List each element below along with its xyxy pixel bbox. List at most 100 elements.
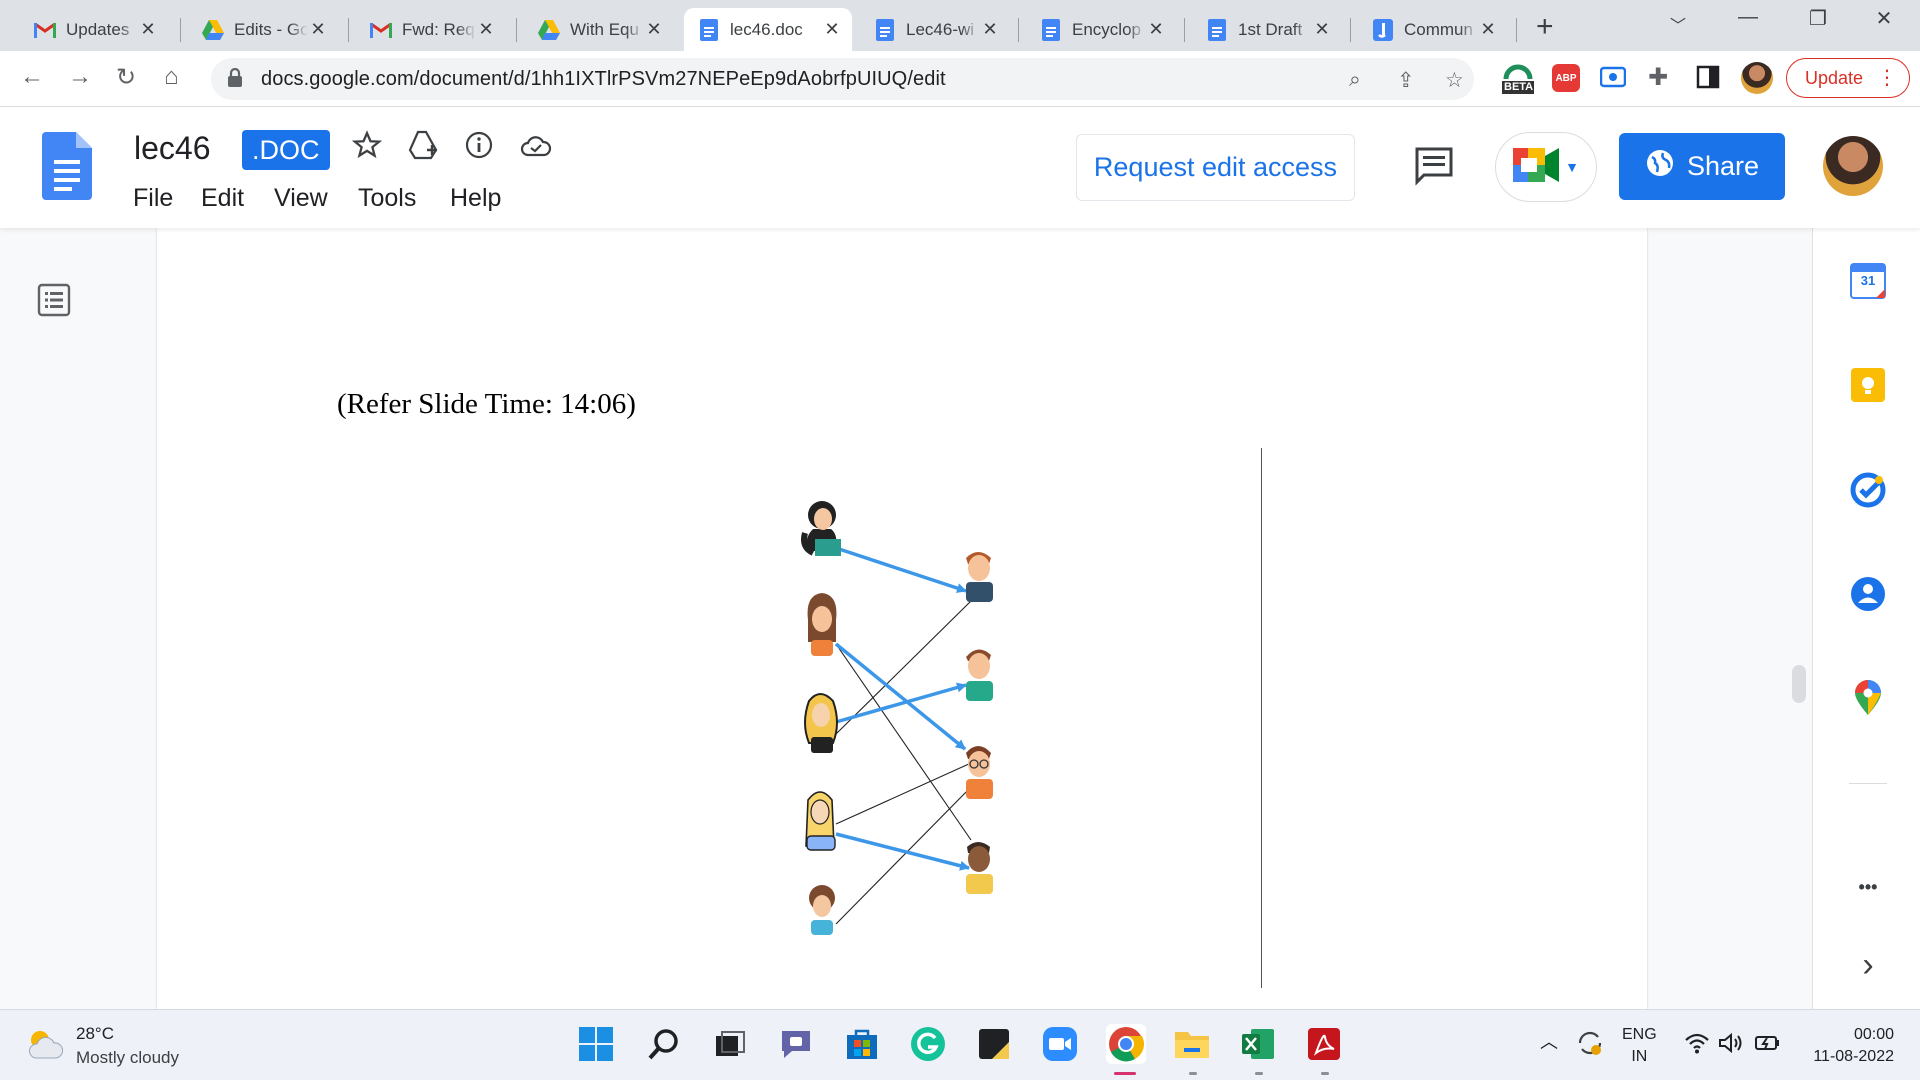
tab-strip: Updates ✕ Edits - Go ✕ Fwd: Req ✕ With E…: [0, 0, 1920, 51]
profile-avatar[interactable]: [1741, 62, 1773, 94]
search-icon[interactable]: [644, 1024, 684, 1064]
task-view-icon[interactable]: [710, 1024, 750, 1064]
acrobat-reader-icon[interactable]: [1304, 1024, 1344, 1064]
file-explorer-icon[interactable]: [1172, 1024, 1212, 1064]
tab-encyclop[interactable]: Encyclop ✕: [1026, 8, 1176, 51]
url-text: docs.google.com/document/d/1hh1IXTlrPSVm…: [261, 68, 946, 90]
close-icon[interactable]: ✕: [476, 19, 496, 40]
calendar-icon[interactable]: 31: [1849, 262, 1887, 300]
update-button[interactable]: Update ⋮: [1786, 58, 1910, 98]
tasks-icon[interactable]: [1849, 471, 1887, 509]
menu-tools[interactable]: Tools: [358, 184, 416, 213]
tab-with-equ[interactable]: With Equ ✕: [524, 8, 674, 51]
side-panel-icon[interactable]: [1696, 65, 1720, 94]
close-icon[interactable]: ✕: [980, 19, 1000, 40]
zoom-icon[interactable]: [1040, 1024, 1080, 1064]
system-clock[interactable]: 00:00 11-08-2022: [1804, 1024, 1894, 1068]
comments-icon[interactable]: [1414, 146, 1454, 191]
screen-capture-icon[interactable]: [1599, 65, 1627, 94]
windows-start-icon[interactable]: [576, 1024, 616, 1064]
keep-icon[interactable]: [1849, 366, 1887, 404]
tab-search-icon[interactable]: ﹀: [1658, 12, 1698, 36]
new-tab-button[interactable]: +: [1536, 10, 1554, 44]
sticky-notes-icon[interactable]: [974, 1024, 1014, 1064]
more-addons-icon[interactable]: •••: [1849, 868, 1887, 906]
scrollbar-thumb[interactable]: [1792, 665, 1806, 703]
minimize-icon[interactable]: —: [1728, 6, 1768, 29]
dropdown-arrow-icon: ▼: [1565, 159, 1579, 175]
menu-edit[interactable]: Edit: [201, 184, 244, 213]
link-line: [835, 786, 972, 925]
match-arrow: [834, 642, 967, 751]
microsoft-store-icon[interactable]: [842, 1024, 882, 1064]
zoom-icon[interactable]: ⌕: [1349, 68, 1361, 92]
woman-avatar-icon: [807, 593, 837, 656]
excel-icon[interactable]: [1238, 1024, 1278, 1064]
close-icon[interactable]: ✕: [308, 19, 328, 40]
close-icon[interactable]: ✕: [1146, 19, 1166, 40]
windows-taskbar: 28°C Mostly cloudy ︿ ENG IN 00:00 11-08-…: [0, 1009, 1920, 1080]
browser-toolbar: ← → ↻ ⌂ docs.google.com/document/d/1hh1I…: [0, 51, 1920, 107]
restore-icon[interactable]: ❐: [1798, 6, 1838, 31]
docs-logo-icon[interactable]: [42, 132, 92, 205]
close-icon[interactable]: ✕: [822, 19, 842, 40]
contacts-icon[interactable]: [1849, 575, 1887, 613]
close-icon[interactable]: ✕: [1312, 19, 1332, 40]
address-bar[interactable]: docs.google.com/document/d/1hh1IXTlrPSVm…: [211, 58, 1474, 100]
adblock-icon[interactable]: ABP: [1552, 64, 1580, 92]
match-arrow: [835, 546, 967, 593]
tab-1st-draft[interactable]: 1st Draft ✕: [1192, 8, 1342, 51]
menu-file[interactable]: File: [133, 184, 173, 213]
weather-description[interactable]: Mostly cloudy: [76, 1048, 179, 1068]
menu-help[interactable]: Help: [450, 184, 501, 213]
beta-extension-icon[interactable]: BETA: [1498, 57, 1538, 97]
chrome-icon[interactable]: [1106, 1024, 1146, 1064]
tab-lec46-doc[interactable]: lec46.doc ✕: [684, 8, 852, 51]
weather-cloud-icon[interactable]: [26, 1026, 66, 1067]
move-to-drive-icon[interactable]: [408, 130, 440, 165]
tab-updates[interactable]: Updates ✕: [20, 8, 168, 51]
share-button[interactable]: Share: [1619, 133, 1785, 200]
volume-icon[interactable]: [1718, 1032, 1744, 1059]
cloud-saved-icon[interactable]: [520, 134, 552, 163]
maps-icon[interactable]: [1849, 679, 1887, 717]
wifi-icon[interactable]: [1684, 1032, 1710, 1059]
window-close-icon[interactable]: ✕: [1864, 6, 1904, 31]
docs-icon: [698, 18, 720, 41]
sync-icon[interactable]: [1576, 1030, 1604, 1061]
user-avatar[interactable]: [1823, 136, 1883, 196]
close-icon[interactable]: ✕: [138, 19, 158, 40]
tab-lec46-wi[interactable]: Lec46-wi ✕: [860, 8, 1010, 51]
weather-temperature[interactable]: 28°C: [76, 1024, 114, 1044]
doc-title[interactable]: lec46: [134, 130, 211, 167]
more-vert-icon: ⋮: [1877, 67, 1897, 89]
document-outline-icon[interactable]: [37, 283, 71, 322]
file-type-badge: .DOC: [242, 130, 330, 170]
menu-view[interactable]: View: [274, 184, 328, 213]
share-page-icon[interactable]: ⇪: [1397, 68, 1415, 93]
close-icon[interactable]: ✕: [1478, 19, 1498, 40]
extensions-puzzle-icon[interactable]: ✚: [1648, 63, 1668, 92]
tab-commun[interactable]: Commun ✕: [1358, 8, 1508, 51]
document-page[interactable]: (Refer Slide Time: 14:06): [157, 228, 1647, 1009]
grammarly-icon[interactable]: [908, 1024, 948, 1064]
drive-icon: [202, 19, 224, 41]
back-icon[interactable]: ←: [20, 63, 44, 91]
close-icon[interactable]: ✕: [644, 19, 664, 40]
request-edit-access-button[interactable]: Request edit access: [1076, 134, 1355, 201]
meet-button[interactable]: ▼: [1495, 132, 1597, 202]
link-line: [835, 762, 972, 825]
input-language-indicator[interactable]: ENG IN: [1622, 1024, 1657, 1068]
forward-icon[interactable]: →: [68, 63, 92, 91]
battery-icon[interactable]: [1754, 1032, 1782, 1059]
expand-panel-icon[interactable]: ›: [1849, 946, 1887, 984]
bookmark-star-icon[interactable]: ☆: [1445, 68, 1464, 93]
reload-icon[interactable]: ↻: [116, 63, 136, 92]
star-icon[interactable]: [351, 130, 383, 165]
home-icon[interactable]: ⌂: [164, 63, 179, 91]
tab-fwd-req[interactable]: Fwd: Req ✕: [356, 8, 506, 51]
tab-edits[interactable]: Edits - Go ✕: [188, 8, 338, 51]
teams-chat-icon[interactable]: [776, 1024, 816, 1064]
hidden-icons-chevron-icon[interactable]: ︿: [1540, 1028, 1558, 1054]
info-icon[interactable]: [464, 130, 494, 165]
